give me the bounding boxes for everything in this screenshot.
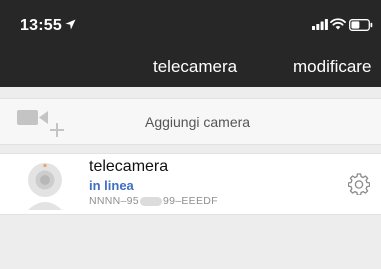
camera-id-prefix: NNNN–95	[89, 195, 139, 207]
page-title: telecamera	[153, 57, 238, 76]
signal-bars-icon	[312, 19, 328, 30]
battery-icon	[349, 19, 373, 31]
add-video-camera-icon	[17, 110, 64, 137]
wifi-icon	[330, 18, 346, 30]
top-bar: 13:55 telecamera modificare	[0, 0, 381, 87]
webcam-icon	[28, 163, 62, 210]
camera-id: NNNN–95 99–EEEDF	[89, 195, 218, 207]
camera-name: telecamera	[89, 158, 169, 175]
camera-list-item[interactable]: telecamera in linea NNNN–95 99–EEEDF	[0, 153, 381, 215]
location-arrow-icon	[65, 19, 76, 30]
add-camera-label: Aggiungi camera	[145, 114, 251, 130]
add-camera-row[interactable]: Aggiungi camera	[0, 98, 381, 145]
camera-status: in linea	[89, 178, 134, 193]
camera-id-suffix: 99–EEEDF	[162, 195, 218, 207]
status-time: 13:55	[20, 17, 62, 34]
edit-button[interactable]: modificare	[293, 57, 371, 77]
gear-icon[interactable]	[348, 173, 370, 195]
redacted-mark	[139, 196, 162, 206]
